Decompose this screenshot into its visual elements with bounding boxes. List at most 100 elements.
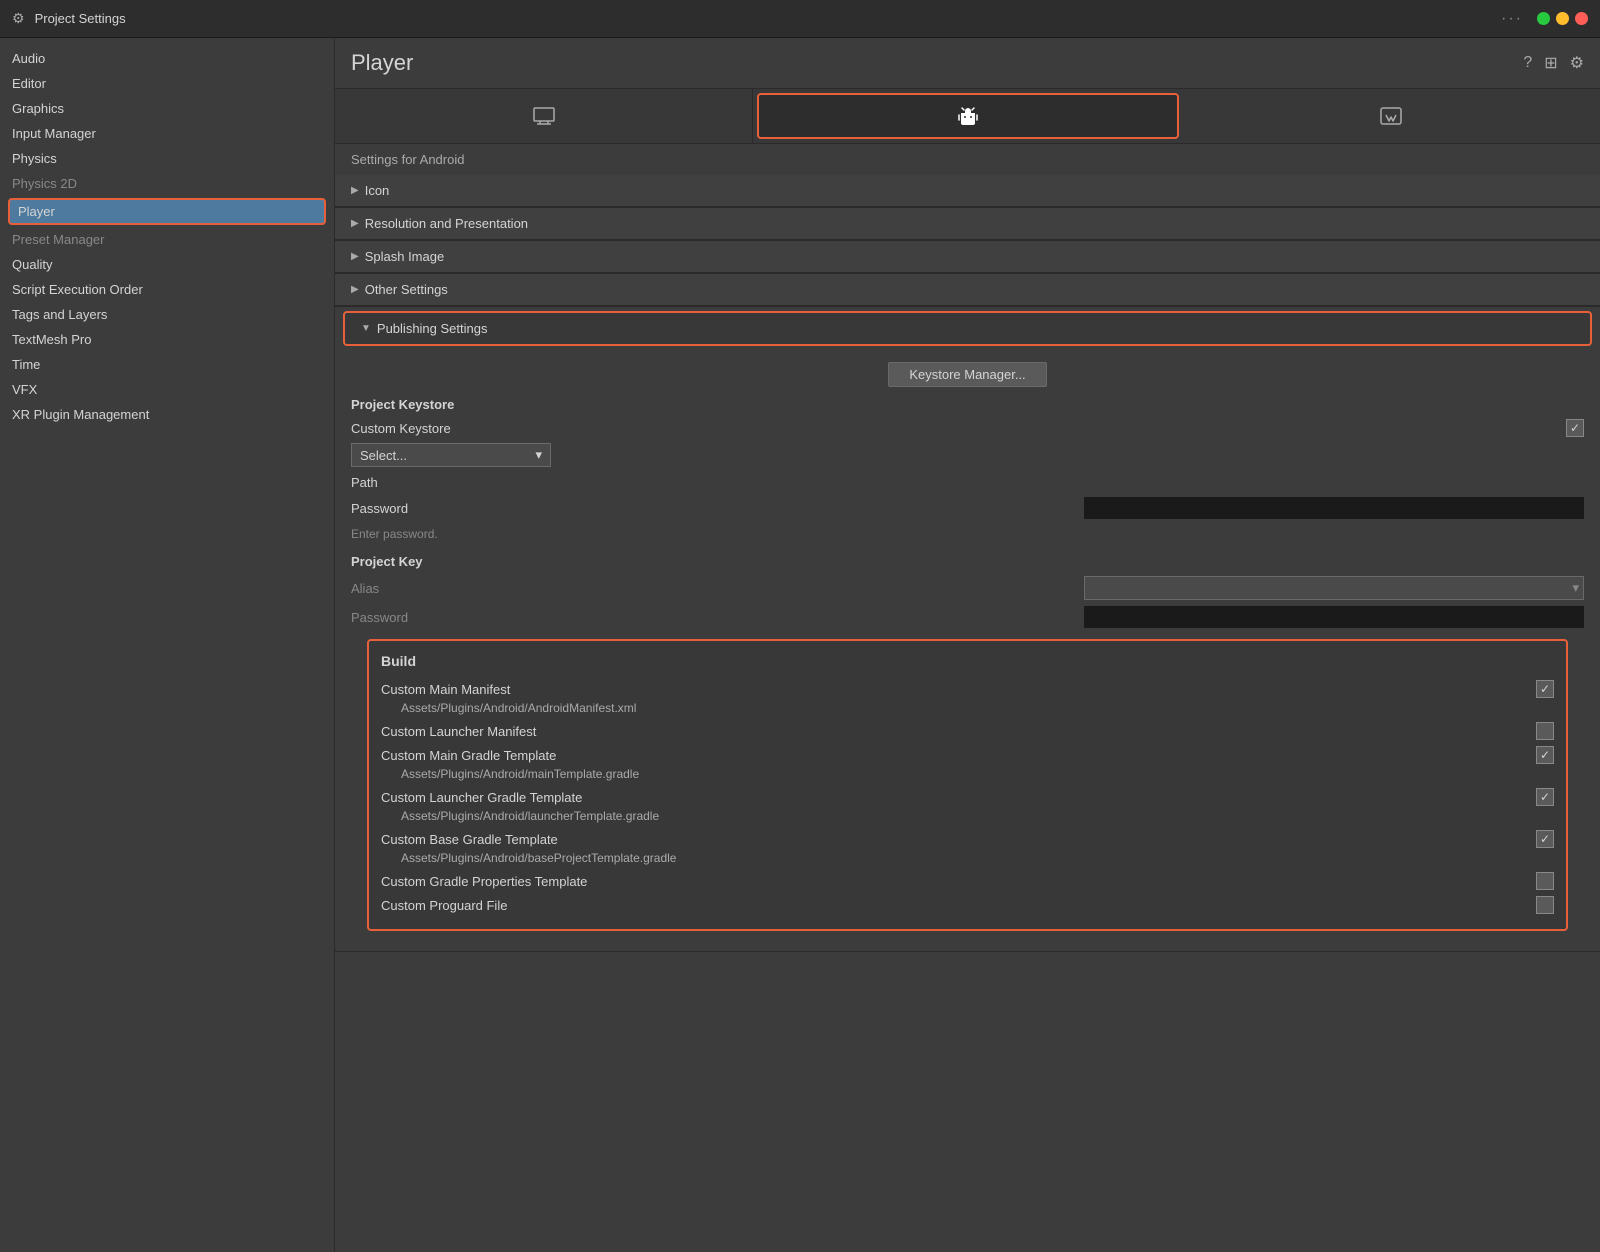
custom-proguard-checkbox[interactable]: [1536, 896, 1554, 914]
alias-row: Alias ▾: [351, 573, 1584, 603]
custom-base-gradle-checkbox[interactable]: ✓: [1536, 830, 1554, 848]
keystore-select-dropdown[interactable]: Select... ▾: [351, 443, 551, 467]
sidebar-item-quality[interactable]: Quality: [0, 252, 334, 277]
custom-main-manifest-label: Custom Main Manifest: [381, 682, 1536, 697]
tab-desktop[interactable]: [335, 89, 753, 143]
custom-base-gradle-path: Assets/Plugins/Android/baseProjectTempla…: [381, 851, 1554, 869]
sidebar-item-tags-and-layers[interactable]: Tags and Layers: [0, 302, 334, 327]
keystore-manager-button[interactable]: Keystore Manager...: [888, 362, 1046, 387]
custom-launcher-gradle-label: Custom Launcher Gradle Template: [381, 790, 1536, 805]
maximize-button[interactable]: [1537, 12, 1550, 25]
custom-launcher-gradle-path: Assets/Plugins/Android/launcherTemplate.…: [381, 809, 1554, 827]
section-splash-label: Splash Image: [365, 249, 445, 264]
settings-for-android-label: Settings for Android: [335, 144, 1600, 175]
sidebar-item-physics-2d[interactable]: Physics 2D: [0, 171, 334, 196]
key-password-field[interactable]: [1084, 606, 1584, 628]
custom-main-gradle-path: Assets/Plugins/Android/mainTemplate.grad…: [381, 767, 1554, 785]
sidebar-item-textmesh-pro[interactable]: TextMesh Pro: [0, 327, 334, 352]
platform-tabs: [335, 89, 1600, 144]
keystore-btn-row: Keystore Manager...: [351, 362, 1584, 387]
custom-base-gradle-label: Custom Base Gradle Template: [381, 832, 1536, 847]
arrow-right-icon: ▶: [351, 218, 359, 229]
build-row-custom-base-gradle: Custom Base Gradle Template ✓: [381, 827, 1554, 851]
section-header-icon[interactable]: ▶ Icon: [335, 175, 1600, 207]
content-header: Player ? ⊞ ⚙: [335, 38, 1600, 89]
section-splash: ▶ Splash Image: [335, 241, 1600, 274]
password-label: Password: [351, 501, 1084, 516]
main-layout: Audio Editor Graphics Input Manager Phys…: [0, 38, 1600, 1252]
close-button[interactable]: [1575, 12, 1588, 25]
help-icon[interactable]: ?: [1523, 54, 1532, 72]
custom-launcher-gradle-checkbox[interactable]: ✓: [1536, 788, 1554, 806]
sidebar-item-physics[interactable]: Physics: [0, 146, 334, 171]
section-header-splash[interactable]: ▶ Splash Image: [335, 241, 1600, 273]
password-row: Password: [351, 494, 1584, 522]
password-field[interactable]: [1084, 497, 1584, 519]
sidebar-item-graphics[interactable]: Graphics: [0, 96, 334, 121]
arrow-right-icon: ▶: [351, 284, 359, 295]
sidebar-item-editor[interactable]: Editor: [0, 71, 334, 96]
select-row: Select... ▾: [351, 440, 1584, 470]
alias-label: Alias: [351, 581, 1084, 596]
titlebar: ⚙ Project Settings ···: [0, 0, 1600, 38]
arrow-right-icon: ▶: [351, 251, 359, 262]
arrow-right-icon: ▶: [351, 185, 359, 196]
gear-icon[interactable]: ⚙: [1570, 53, 1584, 73]
content-area: Player ? ⊞ ⚙: [335, 38, 1600, 1252]
sidebar: Audio Editor Graphics Input Manager Phys…: [0, 38, 335, 1252]
custom-launcher-manifest-label: Custom Launcher Manifest: [381, 724, 1536, 739]
custom-keystore-checkbox[interactable]: ✓: [1566, 419, 1584, 437]
section-icon-label: Icon: [365, 183, 390, 198]
key-password-row: Password: [351, 603, 1584, 631]
enter-password-hint: Enter password.: [351, 527, 438, 541]
section-resolution: ▶ Resolution and Presentation: [335, 208, 1600, 241]
dropdown-label: Select...: [360, 448, 407, 463]
more-icon: ···: [1501, 10, 1523, 28]
section-other-label: Other Settings: [365, 282, 448, 297]
window-controls: ···: [1501, 10, 1588, 28]
build-title: Build: [381, 653, 1554, 669]
custom-keystore-row: Custom Keystore ✓: [351, 416, 1584, 440]
page-title: Player: [351, 50, 413, 76]
chevron-down-icon: ▾: [535, 447, 542, 463]
build-row-custom-launcher-gradle: Custom Launcher Gradle Template ✓: [381, 785, 1554, 809]
section-resolution-label: Resolution and Presentation: [365, 216, 528, 231]
layout-icon[interactable]: ⊞: [1544, 53, 1557, 73]
tab-webgl[interactable]: [1183, 89, 1600, 143]
section-header-publishing[interactable]: ▼ Publishing Settings: [343, 311, 1592, 346]
key-password-label: Password: [351, 610, 1084, 625]
sidebar-item-audio[interactable]: Audio: [0, 46, 334, 71]
sidebar-item-xr-plugin-management[interactable]: XR Plugin Management: [0, 402, 334, 427]
titlebar-title: Project Settings: [35, 11, 126, 26]
sidebar-item-input-manager[interactable]: Input Manager: [0, 121, 334, 146]
section-icon: ▶ Icon: [335, 175, 1600, 208]
sidebar-item-player[interactable]: Player: [8, 198, 326, 225]
custom-proguard-label: Custom Proguard File: [381, 898, 1536, 913]
enter-password-hint-row: Enter password.: [351, 522, 1584, 546]
sidebar-item-vfx[interactable]: VFX: [0, 377, 334, 402]
section-other: ▶ Other Settings: [335, 274, 1600, 307]
custom-main-manifest-checkbox[interactable]: ✓: [1536, 680, 1554, 698]
section-header-other[interactable]: ▶ Other Settings: [335, 274, 1600, 306]
sidebar-item-time[interactable]: Time: [0, 352, 334, 377]
custom-gradle-properties-checkbox[interactable]: [1536, 872, 1554, 890]
build-row-custom-gradle-properties: Custom Gradle Properties Template: [381, 869, 1554, 893]
section-publishing-label: Publishing Settings: [377, 321, 488, 336]
path-label: Path: [351, 475, 1584, 490]
sidebar-item-preset-manager[interactable]: Preset Manager: [0, 227, 334, 252]
tab-android[interactable]: [757, 93, 1178, 139]
header-actions: ? ⊞ ⚙: [1523, 53, 1584, 73]
minimize-button[interactable]: [1556, 12, 1569, 25]
project-keystore-title: Project Keystore: [351, 397, 1584, 412]
alias-dropdown[interactable]: ▾: [1084, 576, 1584, 600]
sidebar-item-script-execution-order[interactable]: Script Execution Order: [0, 277, 334, 302]
custom-main-gradle-checkbox[interactable]: ✓: [1536, 746, 1554, 764]
custom-launcher-manifest-checkbox[interactable]: [1536, 722, 1554, 740]
build-row-custom-main-gradle: Custom Main Gradle Template ✓: [381, 743, 1554, 767]
build-row-custom-main-manifest: Custom Main Manifest ✓: [381, 677, 1554, 701]
section-publishing: ▼ Publishing Settings Keystore Manager..…: [335, 311, 1600, 952]
custom-gradle-properties-label: Custom Gradle Properties Template: [381, 874, 1536, 889]
alias-chevron-icon: ▾: [1572, 580, 1579, 596]
section-header-resolution[interactable]: ▶ Resolution and Presentation: [335, 208, 1600, 240]
project-key-title: Project Key: [351, 554, 1584, 569]
